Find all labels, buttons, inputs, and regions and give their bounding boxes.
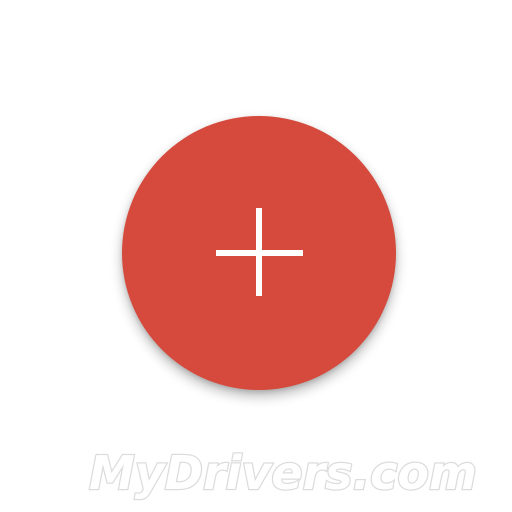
plus-icon [214, 208, 304, 298]
watermark-text: MyDrivers.com [89, 446, 477, 500]
plus-icon-vertical-bar [256, 208, 262, 296]
watermark-logo: MyDrivers.com [88, 445, 478, 502]
add-floating-action-button[interactable] [122, 116, 396, 390]
watermark: MyDrivers.com [0, 442, 512, 502]
canvas: MyDrivers.com [0, 0, 512, 512]
